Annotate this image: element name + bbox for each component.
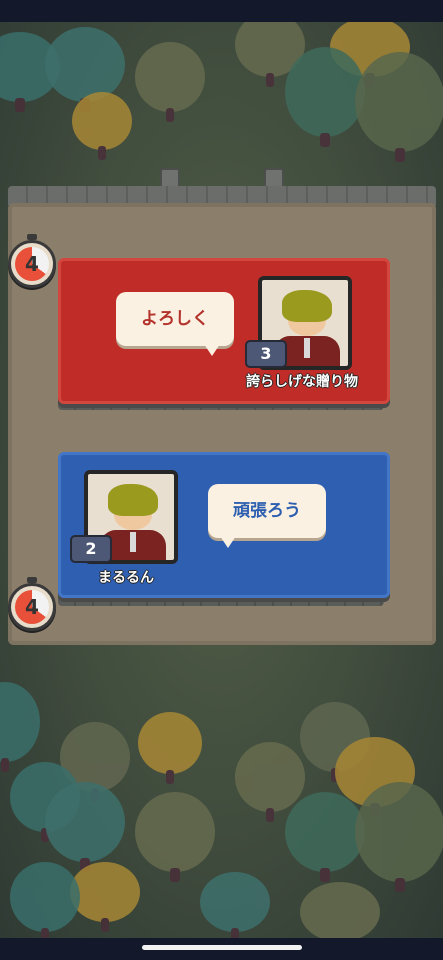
player-chat-bubble: 頑張ろう (208, 484, 326, 548)
tree-icon (300, 882, 380, 938)
tree-icon (355, 52, 443, 162)
tree-icon (135, 42, 205, 122)
avatar-hair-icon (282, 290, 332, 322)
tree-icon (200, 872, 270, 938)
opponent-timer: 4 (8, 234, 56, 288)
player-level-badge: 2 (70, 535, 112, 563)
player-timer: 4 (8, 577, 56, 631)
tree-icon (45, 782, 125, 872)
tree-icon (135, 792, 215, 882)
tree-icon (72, 92, 132, 160)
avatar-hair-icon (108, 484, 158, 516)
tree-icon (285, 792, 365, 882)
tree-icon (235, 742, 305, 822)
tree-icon (0, 682, 40, 772)
tree-icon (10, 862, 80, 938)
tree-icon (70, 862, 140, 932)
tree-icon (138, 712, 202, 784)
tree-icon (355, 782, 443, 892)
opponent-timer-value: 4 (25, 252, 39, 276)
player-timer-value: 4 (25, 595, 39, 619)
home-indicator[interactable] (142, 945, 302, 950)
player-name: まるるん (98, 570, 154, 586)
status-bar (0, 0, 443, 22)
avatar-tie-icon (304, 338, 310, 358)
opponent-name: 誇らしげな贈り物 (246, 374, 358, 390)
avatar-tie-icon (130, 532, 136, 552)
opponent-chat-bubble: よろしく (116, 292, 234, 356)
tree-icon (45, 27, 125, 112)
opponent-level-badge: 3 (245, 340, 287, 368)
bottom-bar (0, 938, 443, 960)
tree-icon (285, 47, 365, 147)
